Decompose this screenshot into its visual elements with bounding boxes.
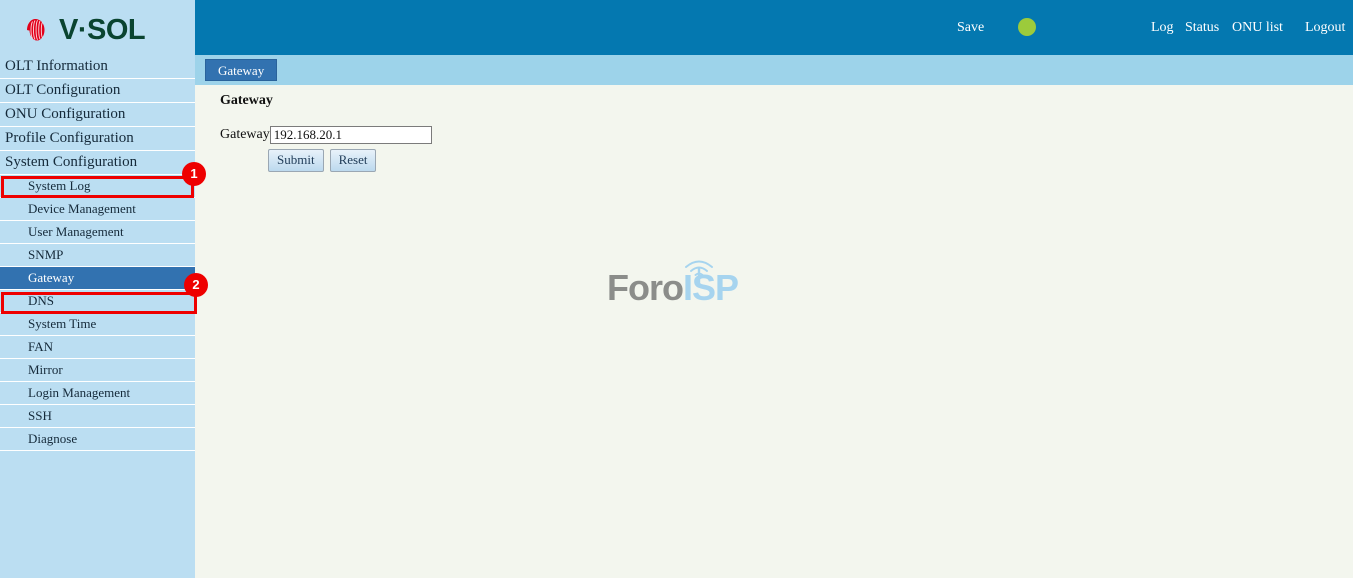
sidebar-menu: OLT Information OLT Configuration ONU Co… — [0, 55, 195, 451]
status-circle-icon — [1018, 18, 1036, 36]
sidebar-item-olt-configuration[interactable]: OLT Configuration — [0, 79, 195, 103]
sidebar-item-dns[interactable]: DNS — [0, 290, 195, 313]
olt-web-management-page: V·SOL OLT Information OLT Configuration … — [0, 0, 1353, 578]
sidebar-item-system-time[interactable]: System Time — [0, 313, 195, 336]
brand-logo-text: V·SOL — [59, 13, 146, 46]
sidebar-item-system-log[interactable]: System Log — [0, 175, 195, 198]
page-title: Gateway — [220, 93, 273, 108]
gateway-field-label: Gateway — [220, 127, 270, 142]
sidebar-item-device-management[interactable]: Device Management — [0, 198, 195, 221]
reset-button[interactable]: Reset — [329, 149, 377, 172]
sidebar: V·SOL OLT Information OLT Configuration … — [0, 0, 195, 578]
brand-logo: V·SOL — [18, 13, 146, 47]
sidebar-item-olt-information[interactable]: OLT Information — [0, 55, 195, 79]
form-button-row: Submit Reset — [268, 149, 377, 172]
sidebar-item-login-management[interactable]: Login Management — [0, 382, 195, 405]
sidebar-item-onu-configuration[interactable]: ONU Configuration — [0, 103, 195, 127]
sidebar-item-profile-configuration[interactable]: Profile Configuration — [0, 127, 195, 151]
status-link[interactable]: Status — [1185, 20, 1219, 36]
sidebar-item-diagnose[interactable]: Diagnose — [0, 428, 195, 451]
tab-bar: Gateway — [195, 55, 1353, 85]
sidebar-item-user-management[interactable]: User Management — [0, 221, 195, 244]
watermark-text-foro: Foro — [607, 267, 684, 308]
tab-gateway[interactable]: Gateway — [205, 59, 278, 81]
main-content: Gateway Gateway Submit Reset ForoISP — [195, 85, 1353, 578]
watermark-text-isp: ISP — [682, 267, 739, 308]
sidebar-item-gateway[interactable]: Gateway — [0, 267, 195, 290]
brand-logo-area: V·SOL — [0, 0, 195, 55]
gateway-input[interactable] — [269, 126, 432, 144]
top-header-bar: Save Log Status ONU list Logout — [195, 0, 1353, 55]
gateway-form-row: Gateway — [220, 126, 432, 144]
sidebar-item-ssh[interactable]: SSH — [0, 405, 195, 428]
sidebar-item-snmp[interactable]: SNMP — [0, 244, 195, 267]
log-link[interactable]: Log — [1151, 20, 1174, 36]
sidebar-item-mirror[interactable]: Mirror — [0, 359, 195, 382]
logout-link[interactable]: Logout — [1305, 20, 1345, 36]
watermark-text: ForoISP — [607, 267, 739, 308]
save-button[interactable]: Save — [957, 20, 984, 36]
sidebar-item-system-configuration[interactable]: System Configuration — [0, 151, 195, 175]
vsol-swirl-icon — [18, 13, 52, 47]
foroisp-watermark: ForoISP — [607, 255, 757, 315]
submit-button[interactable]: Submit — [268, 149, 324, 172]
sidebar-item-fan[interactable]: FAN — [0, 336, 195, 359]
onu-list-link[interactable]: ONU list — [1232, 20, 1283, 36]
